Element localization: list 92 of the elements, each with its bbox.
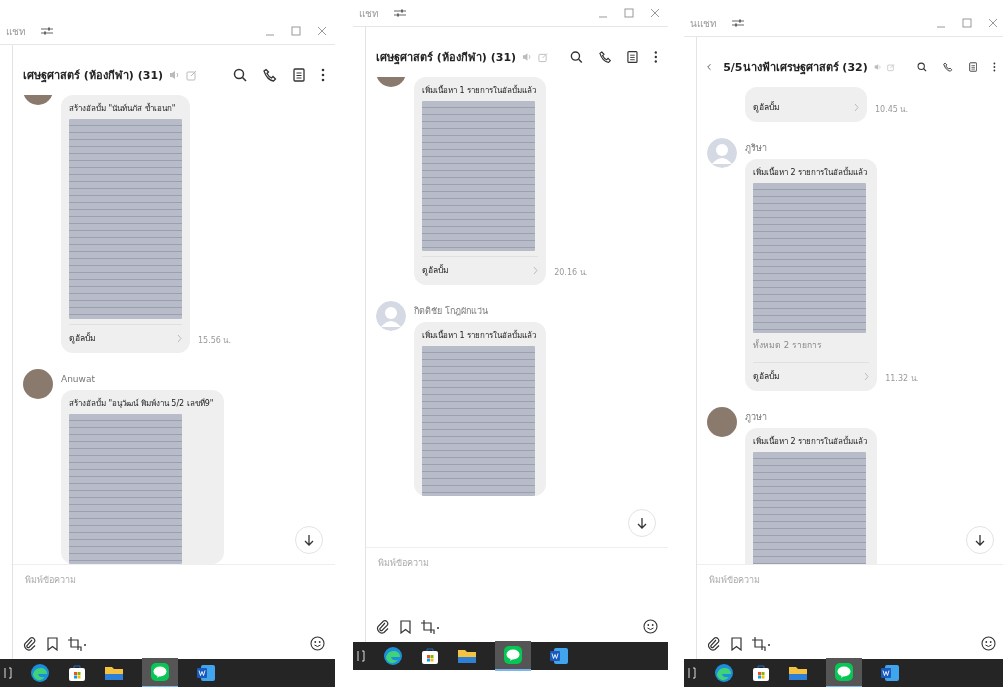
chat-app-taskbar-button[interactable] — [495, 641, 531, 671]
more-icon[interactable] — [993, 60, 996, 74]
notes-icon[interactable] — [293, 68, 305, 82]
chat-bubble-icon — [503, 645, 523, 665]
search-icon[interactable] — [917, 60, 927, 74]
task-view-icon[interactable] — [357, 649, 365, 663]
message-time: 20.16 น. — [554, 267, 588, 279]
message-input[interactable]: พิมพ์ข้อความ — [376, 556, 658, 570]
album-bubble[interactable]: ดูอัลบั้ม — [745, 87, 867, 122]
message-time: 11.32 น. — [885, 373, 919, 385]
emoji-icon[interactable] — [643, 619, 658, 634]
item-count: ทั้งหมด 2 รายการ — [753, 338, 823, 352]
album-caption: เพิ่มเนื้อหา 2 รายการในอัลบั้มแล้ว — [753, 166, 869, 179]
crop-dropdown-icon[interactable] — [752, 636, 772, 651]
scroll-down-button[interactable] — [295, 526, 323, 554]
search-icon[interactable] — [233, 68, 247, 82]
paperclip-icon[interactable] — [23, 636, 37, 651]
crop-dropdown-icon[interactable] — [68, 636, 88, 651]
album-bubble[interactable]: เพิ่มเนื้อหา 1 รายการในอัลบั้มแล้ว — [414, 322, 547, 496]
phone-icon[interactable] — [942, 60, 953, 74]
store-icon[interactable] — [752, 664, 770, 682]
view-album-link[interactable]: ดูอัลบั้ม — [753, 101, 780, 113]
task-view-icon[interactable] — [688, 666, 696, 680]
album-bubble[interactable]: เพิ่มเนื้อหา 2 รายการในอัลบั้มแล้ว ทั้งหมด 2 รายการ ดูอัลบั้ม — [745, 159, 878, 391]
avatar[interactable] — [707, 407, 737, 437]
filter-sliders-icon[interactable] — [731, 17, 745, 29]
document-app-icon[interactable] — [880, 664, 900, 682]
close-icon[interactable] — [317, 26, 327, 36]
paperclip-icon[interactable] — [707, 636, 721, 651]
album-bubble[interactable]: สร้างอัลบั้ม "นันท์นภัส ข้ำเอนก" ดูอัลบั้ม — [61, 95, 190, 353]
bookmark-icon[interactable] — [400, 619, 411, 634]
back-chevron-icon[interactable] — [707, 62, 712, 72]
album-caption: เพิ่มเนื้อหา 1 รายการในอัลบั้มแล้ว — [422, 84, 538, 97]
avatar[interactable] — [23, 369, 53, 399]
message-time: 10.45 น. — [875, 104, 908, 116]
album-caption: สร้างอัลบั้ม "นันท์นภัส ข้ำเอนก" — [69, 102, 177, 115]
album-caption: เพิ่มเนื้อหา 2 รายการในอัลบั้มแล้ว — [753, 435, 869, 448]
chat-title: เศษฐศาสตร์ (ห้องกีฬา) (31) — [23, 68, 164, 84]
chat-bubble-icon — [150, 662, 170, 682]
emoji-icon[interactable] — [310, 636, 325, 651]
document-app-icon[interactable] — [549, 647, 569, 665]
phone-icon[interactable] — [598, 50, 612, 64]
filter-sliders-icon[interactable] — [40, 25, 54, 37]
folder-icon[interactable] — [788, 665, 808, 681]
close-icon[interactable] — [988, 18, 998, 28]
chat-app-taskbar-button[interactable] — [826, 658, 862, 687]
album-caption: สร้างอัลบั้ม "อนุวัฒน์ พิมพ์งาน 5/2 เลขที่9" — [69, 397, 215, 410]
phone-icon[interactable] — [263, 68, 277, 82]
message-time: 15.56 น. — [198, 335, 231, 347]
sender-name: ภูวษา — [745, 411, 768, 423]
crop-dropdown-icon[interactable] — [421, 619, 441, 634]
task-view-icon[interactable] — [4, 666, 12, 680]
album-bubble[interactable]: เพิ่มเนื้อหา 2 รายการในอัลบั้มแล้ว — [745, 428, 878, 564]
filter-sliders-icon[interactable] — [393, 7, 407, 19]
browser-icon[interactable] — [30, 663, 50, 683]
down-arrow-icon — [304, 534, 314, 546]
view-album-link[interactable]: ดูอัลบั้ม — [422, 264, 449, 276]
down-arrow-icon — [975, 534, 985, 546]
folder-icon[interactable] — [457, 648, 477, 664]
down-arrow-icon — [637, 517, 647, 529]
store-icon[interactable] — [68, 664, 86, 682]
chat-title: เศษฐศาสตร์ (ห้องกีฬา) (31) — [376, 50, 517, 66]
store-icon[interactable] — [421, 647, 439, 665]
album-bubble[interactable]: เพิ่มเนื้อหา 1 รายการในอัลบั้มแล้ว ดูอัลบั้ม — [414, 77, 547, 285]
chat-bubble-icon — [834, 662, 854, 682]
browser-icon[interactable] — [714, 663, 734, 683]
search-icon[interactable] — [570, 50, 583, 64]
sender-name: ภูริษา — [745, 142, 768, 154]
scroll-down-button[interactable] — [966, 526, 994, 554]
sender-name: Anuwat — [61, 373, 96, 385]
folder-icon[interactable] — [104, 665, 124, 681]
scroll-down-button[interactable] — [628, 509, 656, 537]
more-icon[interactable] — [321, 68, 325, 82]
chat-title: 5/5นางฟ้าเศรษฐศาสตร์ (32) — [723, 60, 868, 76]
notes-icon[interactable] — [627, 50, 639, 64]
view-album-link[interactable]: ดูอัลบั้ม — [69, 332, 96, 344]
chat-app-taskbar-button[interactable] — [142, 658, 178, 687]
document-app-icon[interactable] — [196, 664, 216, 682]
more-icon[interactable] — [654, 50, 658, 64]
view-album-link[interactable]: ดูอัลบั้ม — [753, 370, 780, 382]
emoji-icon[interactable] — [981, 636, 996, 651]
message-input[interactable]: พิมพ์ข้อความ — [707, 573, 996, 587]
close-icon[interactable] — [650, 8, 660, 18]
sender-name: กิตติชัย โกฎผักแว่น — [414, 305, 489, 317]
album-caption: เพิ่มเนื้อหา 1 รายการในอัลบั้มแล้ว — [422, 329, 538, 342]
browser-icon[interactable] — [383, 646, 403, 666]
bookmark-icon[interactable] — [47, 636, 58, 651]
album-bubble[interactable]: สร้างอัลบั้ม "อนุวัฒน์ พิมพ์งาน 5/2 เลขที่9" — [61, 390, 224, 564]
notes-icon[interactable] — [968, 60, 978, 74]
paperclip-icon[interactable] — [376, 619, 390, 634]
bookmark-icon[interactable] — [731, 636, 742, 651]
message-input[interactable]: พิมพ์ข้อความ — [23, 573, 325, 587]
